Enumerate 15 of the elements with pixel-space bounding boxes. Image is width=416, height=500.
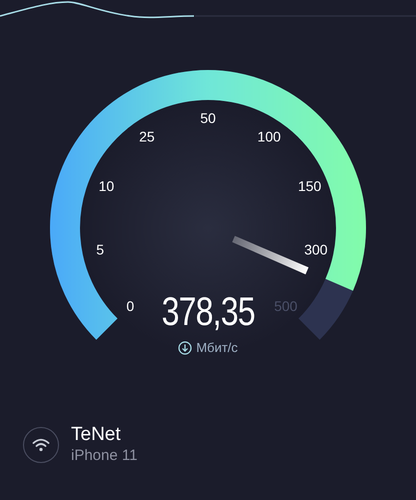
speed-reading: 378,35	[161, 289, 255, 336]
scale-label: 50	[200, 110, 216, 126]
scale-label: 500	[274, 298, 298, 314]
scale-label: 150	[298, 178, 322, 194]
wifi-icon	[23, 427, 59, 463]
scale-label: 10	[98, 178, 114, 194]
scale-label: 100	[257, 128, 281, 145]
scale-label: 0	[126, 298, 134, 314]
scale-label: 300	[304, 241, 328, 258]
download-icon	[178, 340, 192, 355]
speed-unit: Мбит/с	[196, 339, 238, 357]
device-name: iPhone 11	[71, 446, 138, 466]
scale-label: 5	[96, 241, 104, 258]
network-name: TeNet	[71, 424, 122, 446]
scale-label: 25	[139, 128, 155, 145]
